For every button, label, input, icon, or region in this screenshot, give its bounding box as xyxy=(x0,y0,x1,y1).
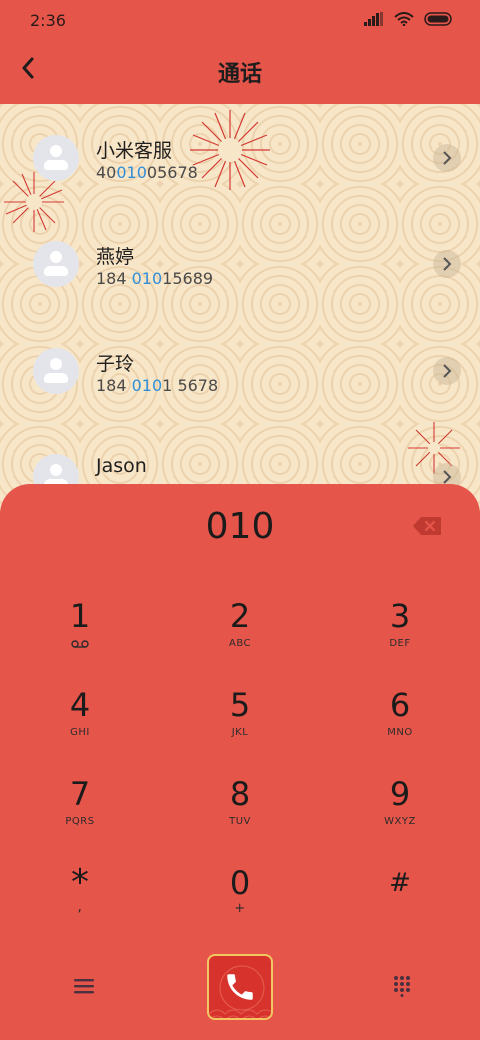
keypad-icon xyxy=(394,976,410,997)
number-match: 010 xyxy=(131,269,163,288)
key-3[interactable]: 3 DEF xyxy=(335,598,465,678)
key-0[interactable]: 0 + xyxy=(175,865,305,945)
key-digit: 1 xyxy=(69,597,91,635)
key-digit: # xyxy=(389,868,411,898)
avatar xyxy=(33,135,79,181)
chevron-right-icon xyxy=(443,470,452,484)
call-button[interactable] xyxy=(207,954,273,1020)
number-suffix: 05678 xyxy=(146,163,198,182)
key-letters: JKL xyxy=(231,727,249,738)
top-bar: 2:36 通话 xyxy=(0,0,480,104)
contact-name: 燕婷 xyxy=(96,246,135,268)
chevron-right-icon xyxy=(443,364,452,378)
menu-icon xyxy=(74,979,94,994)
key-9[interactable]: 9 WXYZ xyxy=(335,776,465,856)
contact-row[interactable]: 子玲 184 0101 5678 xyxy=(0,317,480,417)
key-digit: 8 xyxy=(229,775,251,813)
contact-info-button[interactable] xyxy=(433,250,461,278)
key-4[interactable]: 4 GHI xyxy=(15,687,145,767)
status-bar: 2:36 xyxy=(0,0,480,40)
key-digit: 9 xyxy=(389,775,411,813)
key-digit: 0 xyxy=(229,864,251,902)
keypad-toggle-button[interactable] xyxy=(380,968,424,1004)
number-match: 010 xyxy=(116,163,147,182)
contact-row[interactable]: 燕婷 184 01015689 xyxy=(0,210,480,310)
chevron-right-icon xyxy=(443,257,452,271)
key-letters: + xyxy=(234,901,246,916)
key-digit: 7 xyxy=(69,775,91,813)
key-hash[interactable]: # xyxy=(335,865,465,945)
key-digit: 3 xyxy=(389,597,411,635)
avatar xyxy=(33,348,79,394)
menu-button[interactable] xyxy=(62,968,106,1004)
key-star[interactable]: * , xyxy=(15,865,145,945)
voicemail-icon xyxy=(71,640,89,648)
number-prefix: 184 xyxy=(96,376,132,395)
key-letters: MNO xyxy=(387,727,413,738)
dialed-number[interactable]: 010 xyxy=(0,506,480,547)
number-match: 010 xyxy=(131,376,163,395)
key-letters: TUV xyxy=(229,816,251,827)
number-prefix: 184 xyxy=(96,269,132,288)
key-2[interactable]: 2 ABC xyxy=(175,598,305,678)
key-8[interactable]: 8 TUV xyxy=(175,776,305,856)
contact-row[interactable]: 小米客服 4001005678 xyxy=(0,104,480,204)
key-digit: 2 xyxy=(229,597,251,635)
key-letters: PQRS xyxy=(65,816,95,827)
key-digit: * xyxy=(71,862,89,903)
key-1[interactable]: 1 xyxy=(15,598,145,678)
key-letters: ABC xyxy=(228,638,251,649)
dialer-panel: 010 1 2 ABC 3 DEF 4 GHI 5 JKL 6 MNO 7 PQ… xyxy=(0,484,480,1040)
contact-list[interactable]: 小米客服 4001005678 燕婷 184 01015689 子玲 184 0… xyxy=(0,104,480,504)
key-digit: 5 xyxy=(229,686,251,724)
contact-name: Jason xyxy=(96,455,147,477)
key-letters: , xyxy=(77,899,83,915)
battery-icon xyxy=(424,12,452,26)
number-suffix: 1 5678 xyxy=(162,376,219,395)
contact-number: 184 01015689 xyxy=(96,269,213,288)
page-title: 通话 xyxy=(217,62,262,87)
key-5[interactable]: 5 JKL xyxy=(175,687,305,767)
avatar xyxy=(33,241,79,287)
wifi-icon xyxy=(394,12,414,26)
contact-info-button[interactable] xyxy=(433,144,461,172)
contact-number: 184 0101 5678 xyxy=(96,376,218,395)
number-prefix: 40 xyxy=(96,163,117,182)
key-6[interactable]: 6 MNO xyxy=(335,687,465,767)
key-7[interactable]: 7 PQRS xyxy=(15,776,145,856)
key-letters: GHI xyxy=(70,727,90,738)
contact-name: 子玲 xyxy=(96,353,135,375)
key-letters: WXYZ xyxy=(384,816,416,827)
key-letters: DEF xyxy=(389,638,411,649)
key-digit: 4 xyxy=(69,686,91,724)
contact-name: 小米客服 xyxy=(96,140,173,162)
key-digit: 6 xyxy=(389,686,411,724)
backspace-icon xyxy=(413,517,441,535)
status-icons xyxy=(364,12,454,26)
contact-info-button[interactable] xyxy=(433,357,461,385)
phone-icon xyxy=(227,974,253,1000)
number-suffix: 15689 xyxy=(162,269,214,288)
contact-number: 4001005678 xyxy=(96,163,198,182)
status-time: 2:36 xyxy=(30,11,66,30)
signal-icon xyxy=(364,12,383,26)
backspace-button[interactable] xyxy=(412,516,442,536)
chevron-right-icon xyxy=(443,151,452,165)
